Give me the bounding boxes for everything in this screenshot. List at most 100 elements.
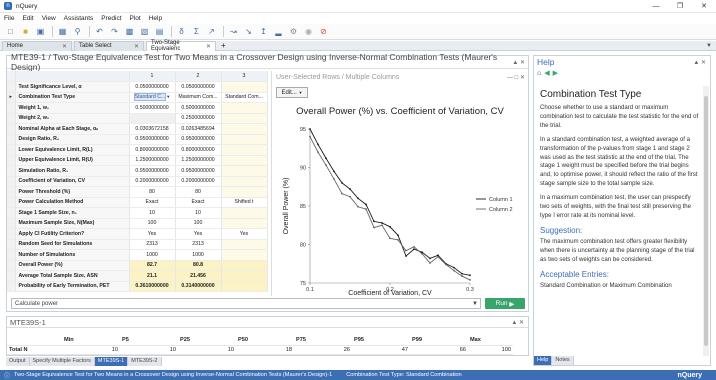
grid-cell[interactable] — [221, 270, 268, 282]
grid-cell[interactable] — [221, 155, 268, 166]
grid-cell[interactable] — [221, 144, 268, 156]
tab-table-select[interactable]: Table Select ✕ — [74, 40, 144, 51]
combination-select[interactable]: Standard C... — [133, 93, 167, 102]
add-tab-icon[interactable]: + — [221, 41, 226, 50]
tab-notes[interactable]: Notes — [552, 356, 574, 365]
help-scrollbar[interactable] — [703, 86, 709, 356]
close-icon[interactable]: ✕ — [134, 43, 139, 50]
menu-predict[interactable]: Predict — [97, 15, 125, 22]
grid-cell[interactable] — [221, 176, 268, 187]
run-button[interactable]: Run ▶ — [485, 298, 525, 309]
grid-cell[interactable]: 0.3610000000 — [129, 281, 176, 292]
tab-output[interactable]: Output — [6, 357, 30, 366]
calculate-select[interactable]: Calculate power ▼ — [11, 298, 481, 309]
sigma-icon[interactable]: Σ — [190, 26, 203, 37]
grid-cell[interactable]: 80 — [129, 186, 176, 198]
open-folder-icon[interactable]: ■ — [19, 26, 32, 37]
grid-cell[interactable]: Standard Com... — [221, 92, 268, 103]
new-file-icon[interactable]: □ — [4, 26, 17, 37]
grid-cell[interactable]: 0.0303672158 — [129, 123, 176, 135]
grid-cell[interactable]: 21.456 — [175, 270, 222, 282]
menu-assistants[interactable]: Assistants — [60, 15, 98, 22]
grid-cell[interactable] — [221, 113, 268, 124]
grid-cell[interactable]: 0.2000000000 — [175, 176, 222, 187]
forward-icon[interactable]: ▶ — [553, 69, 558, 77]
undo-icon[interactable]: ↶ — [93, 26, 106, 37]
grid-cell[interactable]: 1.2500000000 — [175, 155, 222, 166]
tab-specify-multiple-factors[interactable]: Specify Multiple Factors — [29, 357, 95, 366]
grid-cell[interactable]: 0.0500000000 — [129, 81, 176, 93]
grid-cell[interactable] — [221, 186, 268, 198]
column-header[interactable]: 2 — [175, 71, 222, 82]
table-icon[interactable]: ▩ — [123, 26, 136, 37]
grid-cell[interactable]: 0.2500000000 — [175, 113, 222, 124]
settings-gear-icon[interactable]: ⚙ — [287, 26, 300, 37]
menu-file[interactable]: File — [0, 15, 18, 22]
grid-cell[interactable] — [221, 218, 268, 229]
grid-cell[interactable]: 0.5000000000 — [129, 102, 176, 114]
close-icon[interactable]: ✕ — [692, 0, 716, 13]
tab-mte39s-1[interactable]: MTE39S-1 — [94, 357, 129, 366]
grid-cell[interactable]: 80.8 — [175, 260, 222, 271]
grid-cell[interactable]: Exact — [175, 197, 222, 208]
close-icon[interactable]: ✕ — [62, 43, 67, 50]
minimize-icon[interactable]: — — [644, 0, 668, 13]
grid-cell[interactable]: 10 — [175, 207, 222, 219]
grid-cell[interactable]: 1.2500000000 — [129, 155, 176, 166]
area-chart-icon[interactable]: ↘ — [242, 26, 255, 37]
grid-cell[interactable] — [129, 113, 176, 124]
grid-cell[interactable]: 0.2000000000 — [129, 176, 176, 187]
grid-cell[interactable]: Yes — [129, 228, 176, 240]
grid-cell[interactable]: 0.9500000000 — [129, 165, 176, 177]
close-icon[interactable]: ✕ — [206, 43, 211, 50]
tab-mte39s-2[interactable]: MTE39S-2 — [128, 357, 162, 366]
grid-cell[interactable] — [221, 165, 268, 177]
grid-cell[interactable]: Yes — [175, 228, 222, 240]
refresh-icon[interactable]: ◉ — [302, 26, 315, 37]
grid-cell[interactable]: 1000 — [129, 249, 176, 261]
print-preview-icon[interactable]: ⚲ — [71, 26, 84, 37]
column-header[interactable]: 1 — [129, 71, 176, 82]
trend-chart-icon[interactable]: ↥ — [257, 26, 270, 37]
window-controls-icon[interactable]: — □ ✕ — [507, 74, 525, 81]
column-header[interactable]: 3 — [221, 71, 268, 82]
grid-cell[interactable]: 10 — [129, 207, 176, 219]
menu-help[interactable]: Help — [145, 15, 166, 22]
grid-cell[interactable]: 80 — [175, 186, 222, 198]
grid-cell[interactable]: 0.5000000000 — [175, 102, 222, 114]
menu-edit[interactable]: Edit — [18, 15, 37, 22]
grid-cell[interactable] — [221, 260, 268, 271]
chevron-down-icon[interactable]: ▼ — [706, 43, 712, 49]
grid-cell[interactable] — [221, 281, 268, 292]
save-icon[interactable]: ▣ — [34, 26, 47, 37]
grid-cell[interactable]: Maximum Com... — [175, 92, 222, 103]
delta-icon[interactable]: δ — [175, 26, 188, 37]
grid-cell[interactable]: Shifted t — [221, 197, 268, 208]
redo-icon[interactable]: ↷ — [108, 26, 121, 37]
grid-cell[interactable]: 2313 — [129, 239, 176, 250]
edit-button[interactable]: Edit... ▼ — [276, 87, 308, 98]
grid-cell[interactable]: 0.8000000000 — [175, 144, 222, 156]
grid-cell[interactable]: 0.0500000000 — [175, 81, 222, 93]
tab-help[interactable]: Help — [534, 356, 553, 365]
chevron-down-icon[interactable]: ▼ — [166, 94, 170, 99]
chart-icon[interactable]: ↗ — [205, 26, 218, 37]
table-select-icon[interactable]: ▧ — [138, 26, 151, 37]
tab-two-stage[interactable]: Two-Stage Equivalenc ✕ — [146, 40, 216, 52]
grid-cell[interactable]: 21.1 — [129, 270, 176, 282]
grid-cell[interactable] — [221, 81, 268, 93]
grid-cell[interactable] — [221, 123, 268, 135]
grid-cell[interactable]: 0.9500000000 — [175, 134, 222, 145]
menu-plot[interactable]: Plot — [126, 15, 145, 22]
grid-cell[interactable]: 1000 — [175, 249, 222, 261]
grid-cell[interactable] — [221, 207, 268, 219]
grid-cell[interactable] — [221, 239, 268, 250]
table-edit-icon[interactable]: ▤ — [153, 26, 166, 37]
menu-view[interactable]: View — [38, 15, 60, 22]
restore-icon[interactable]: ❐ — [668, 0, 692, 13]
stop-icon[interactable]: ⊘ — [317, 26, 330, 37]
grid-cell[interactable]: 0.0263485694 — [175, 123, 222, 135]
grid-cell[interactable] — [221, 102, 268, 114]
grid-cell[interactable]: 2313 — [175, 239, 222, 250]
grid-cell[interactable]: 0.9500000000 — [175, 165, 222, 177]
